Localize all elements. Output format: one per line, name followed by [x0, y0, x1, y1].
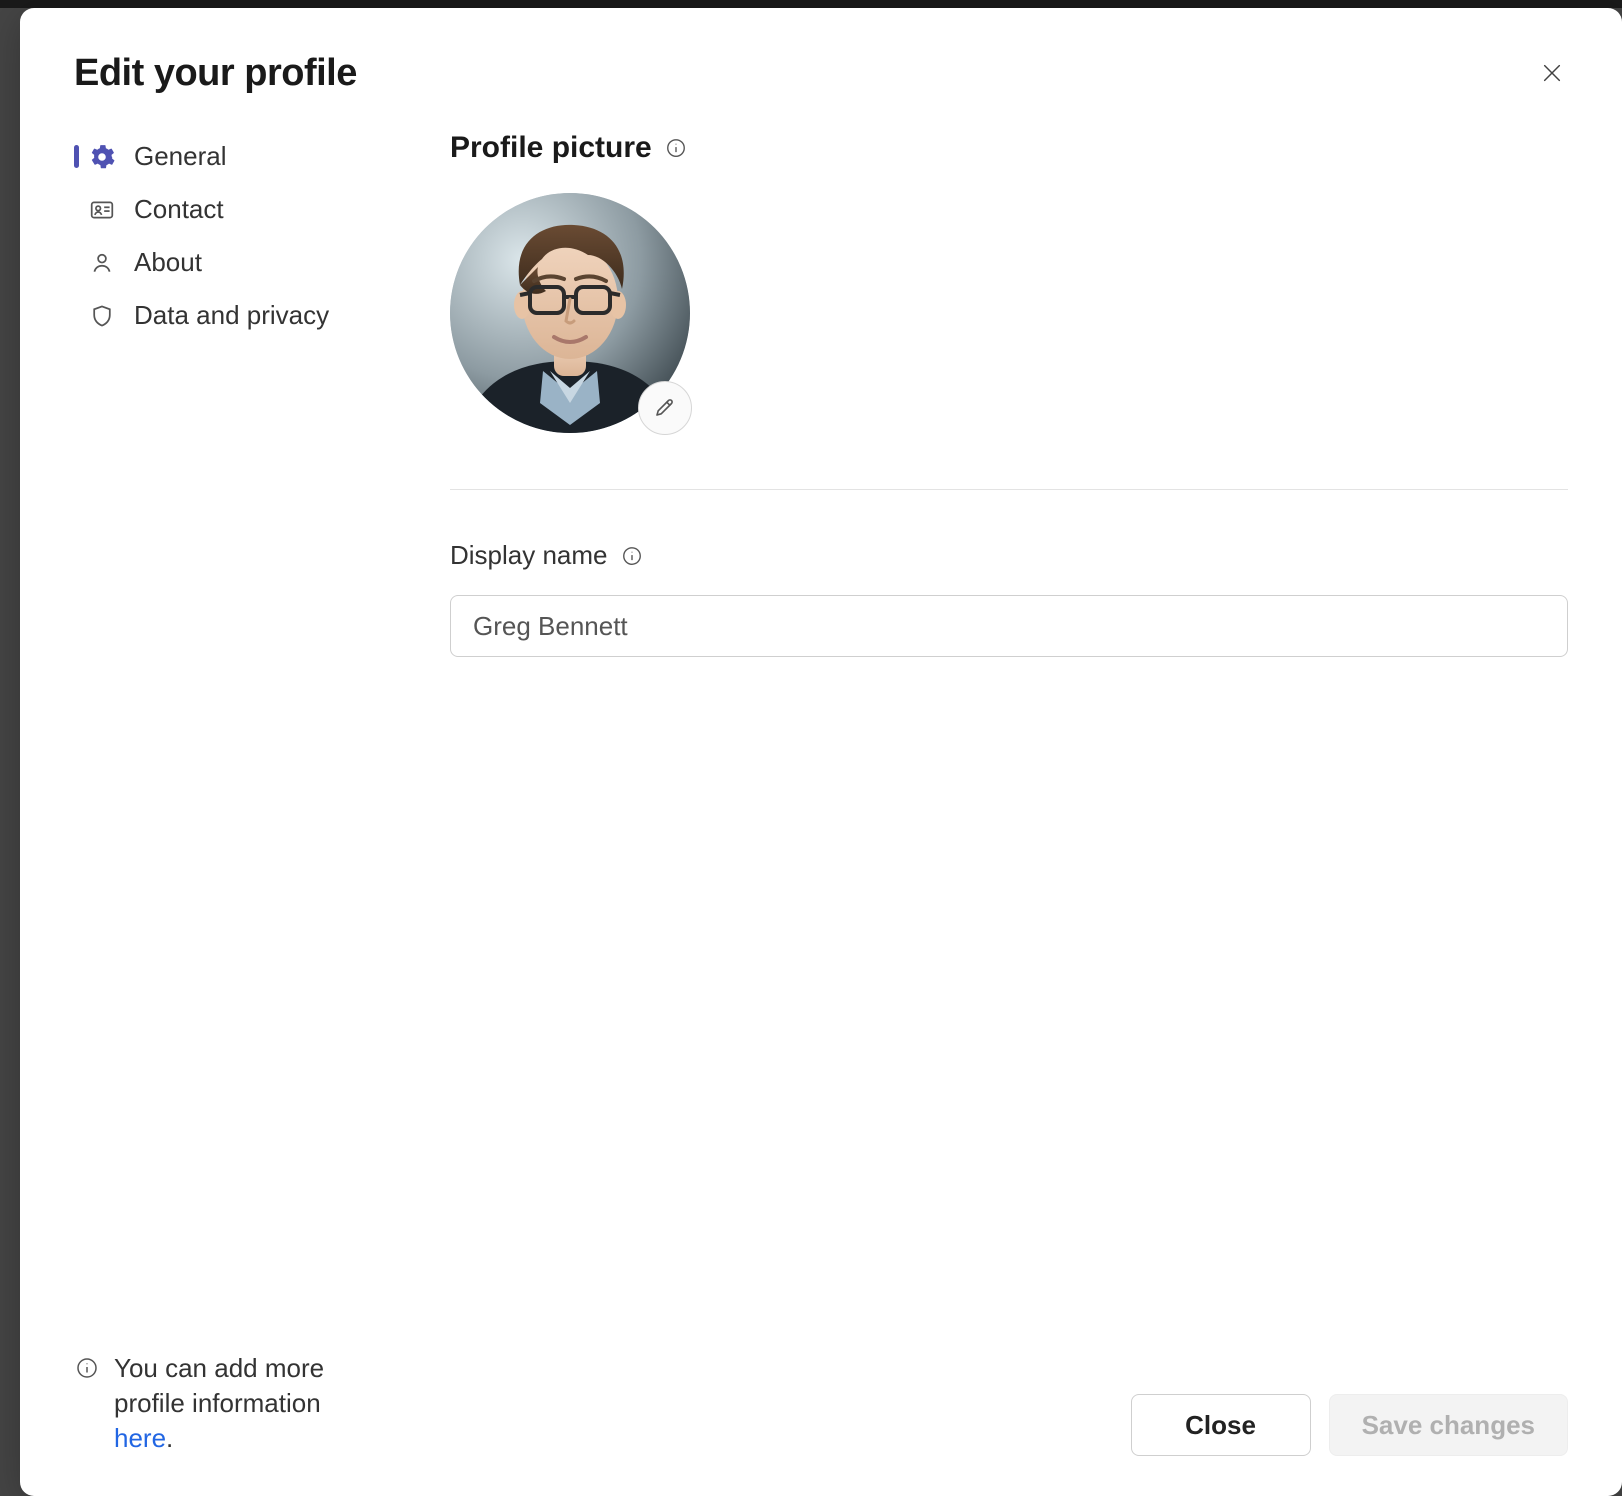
content-pane: Profile picture — [450, 131, 1568, 1456]
sidebar-item-about[interactable]: About — [74, 237, 394, 288]
info-icon[interactable] — [664, 136, 688, 160]
hint-suffix: . — [166, 1423, 173, 1453]
edit-profile-modal: Edit your profile General — [20, 8, 1622, 1496]
profile-picture-heading-text: Profile picture — [450, 131, 652, 165]
divider — [450, 489, 1568, 490]
hint-prefix: You can add more profile information — [114, 1353, 324, 1418]
profile-picture-heading: Profile picture — [450, 131, 1568, 165]
sidebar-item-label: Contact — [134, 194, 224, 225]
info-icon[interactable] — [620, 544, 644, 568]
sidebar-item-data-privacy[interactable]: Data and privacy — [74, 290, 394, 341]
sidebar-item-label: About — [134, 247, 202, 278]
save-changes-button[interactable]: Save changes — [1329, 1394, 1568, 1456]
sidebar-item-label: Data and privacy — [134, 300, 329, 331]
sidebar-item-contact[interactable]: Contact — [74, 184, 394, 235]
info-icon — [74, 1355, 100, 1381]
edit-avatar-button[interactable] — [638, 381, 692, 435]
avatar-container — [450, 193, 690, 433]
display-name-label-text: Display name — [450, 540, 608, 571]
modal-header: Edit your profile — [74, 52, 1568, 95]
sidebar: General Contact — [74, 131, 394, 1456]
contact-card-icon — [88, 196, 116, 224]
footer-actions: Close Save changes — [450, 1354, 1568, 1456]
sidebar-item-general[interactable]: General — [74, 131, 394, 182]
sidebar-hint-text: You can add more profile information her… — [114, 1351, 384, 1456]
shield-icon — [88, 302, 116, 330]
close-icon — [1541, 62, 1563, 87]
close-action-button[interactable]: Close — [1131, 1394, 1311, 1456]
sidebar-hint: You can add more profile information her… — [74, 1351, 394, 1456]
pencil-icon — [653, 395, 677, 422]
modal-title: Edit your profile — [74, 52, 357, 95]
gear-icon — [88, 143, 116, 171]
person-icon — [88, 249, 116, 277]
sidebar-item-label: General — [134, 141, 227, 172]
more-info-link[interactable]: here — [114, 1423, 166, 1453]
sidebar-nav: General Contact — [74, 131, 394, 341]
display-name-label: Display name — [450, 540, 1568, 571]
close-button[interactable] — [1536, 58, 1568, 90]
display-name-input[interactable] — [450, 595, 1568, 657]
